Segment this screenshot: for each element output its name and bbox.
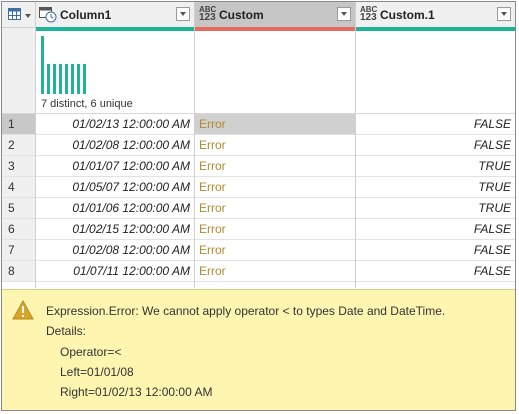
type-text-bottom: 123: [360, 12, 377, 23]
table-cell-date[interactable]: 01/02/15 12:00:00 AM: [36, 219, 194, 240]
error-cell[interactable]: Error: [195, 198, 355, 219]
column-profile-column1: 7 distinct, 6 unique: [36, 32, 194, 114]
table-cell-date[interactable]: 01/01/07 12:00:00 AM: [36, 156, 194, 177]
histogram-bar: [53, 64, 56, 94]
table-cell-boolean[interactable]: FALSE: [356, 240, 515, 261]
filter-dropdown-button-column1[interactable]: [176, 7, 190, 21]
column-title-column1: Column1: [60, 8, 112, 22]
error-detail-left: Left=01/01/08: [60, 365, 134, 379]
column-custom1: ABC 123 Custom.1 FALSE FALSE TRUE TRUE TRUE F…: [356, 2, 515, 288]
table-cell-date[interactable]: 01/02/08 12:00:00 AM: [36, 240, 194, 261]
row-number[interactable]: 7: [2, 240, 35, 261]
column-profile-custom1: [356, 32, 515, 114]
table-menu-header[interactable]: [2, 2, 35, 28]
custom-cells: Error Error Error Error Error Error Error Error: [195, 114, 355, 282]
table-cell-date[interactable]: 01/07/11 12:00:00 AM: [36, 261, 194, 282]
error-detail-operator: Operator=<: [60, 345, 122, 359]
query-preview: 12345678 Column1 7 distinct, 6 unique 01…: [1, 1, 516, 411]
error-cell[interactable]: Error: [195, 135, 355, 156]
error-details-label: Details:: [46, 324, 87, 338]
column-title-custom1: Custom.1: [380, 8, 435, 22]
histogram-bar: [41, 36, 44, 94]
column-header-custom[interactable]: ABC 123 Custom: [195, 2, 355, 31]
histogram-bar: [71, 64, 74, 94]
table-cell-boolean[interactable]: TRUE: [356, 198, 515, 219]
row-number[interactable]: 2: [2, 135, 35, 156]
abc-123-icon: ABC 123: [199, 6, 219, 24]
table-cell-date[interactable]: 01/02/13 12:00:00 AM: [36, 114, 194, 135]
error-cell[interactable]: Error: [195, 219, 355, 240]
row-number[interactable]: 1: [2, 114, 35, 135]
column-column1: Column1 7 distinct, 6 unique 01/02/13 12…: [36, 2, 194, 288]
row-number[interactable]: 3: [2, 156, 35, 177]
warning-icon: [12, 299, 34, 320]
row-number[interactable]: 4: [2, 177, 35, 198]
error-panel: Expression.Error: We cannot apply operat…: [2, 289, 515, 410]
quality-bar-custom1: [356, 27, 515, 31]
column-profile-custom: [195, 32, 355, 114]
column-title-custom: Custom: [219, 8, 264, 22]
row-number[interactable]: 6: [2, 219, 35, 240]
table-cell-boolean[interactable]: FALSE: [356, 135, 515, 156]
histogram-bar: [47, 64, 50, 94]
filter-dropdown-button-custom[interactable]: [337, 7, 351, 21]
chevron-down-icon: [25, 14, 31, 18]
error-cell[interactable]: Error: [195, 156, 355, 177]
histogram-bar: [65, 64, 68, 94]
table-cell-boolean[interactable]: TRUE: [356, 156, 515, 177]
table-cell-boolean[interactable]: FALSE: [356, 219, 515, 240]
error-cell[interactable]: Error: [195, 114, 355, 135]
row-index-list: 12345678: [2, 114, 35, 282]
column-custom: ABC 123 Custom Error Error Error Error Error…: [195, 2, 355, 288]
column-header-custom1[interactable]: ABC 123 Custom.1: [356, 2, 515, 31]
histogram-bar: [77, 64, 80, 94]
row-index-column: 12345678: [2, 2, 35, 288]
column1-cells: 01/02/13 12:00:00 AM 01/02/08 12:00:00 AM…: [36, 114, 194, 282]
table-cell-date[interactable]: 01/01/06 12:00:00 AM: [36, 198, 194, 219]
column-header-column1[interactable]: Column1: [36, 2, 194, 31]
error-detail-right: Right=01/02/13 12:00:00 AM: [60, 385, 213, 399]
histogram-bar: [59, 64, 62, 94]
row-number[interactable]: 5: [2, 198, 35, 219]
table-cell-date[interactable]: 01/02/08 12:00:00 AM: [36, 135, 194, 156]
table-cell-date[interactable]: 01/05/07 12:00:00 AM: [36, 177, 194, 198]
table-cell-boolean[interactable]: FALSE: [356, 261, 515, 282]
data-grid: 12345678 Column1 7 distinct, 6 unique 01…: [2, 2, 515, 288]
table-menu-icon[interactable]: [8, 8, 23, 21]
table-cell-boolean[interactable]: TRUE: [356, 177, 515, 198]
custom1-cells: FALSE FALSE TRUE TRUE TRUE FALSE FALSE FALSE: [356, 114, 515, 282]
filter-dropdown-button-custom1[interactable]: [497, 7, 511, 21]
index-profile-spacer: [2, 28, 35, 114]
histogram-bar: [83, 64, 86, 94]
quality-bar-column1: [36, 27, 194, 31]
abc-123-icon: ABC 123: [360, 6, 380, 24]
error-cell[interactable]: Error: [195, 177, 355, 198]
error-message: Expression.Error: We cannot apply operat…: [46, 304, 446, 318]
quality-bar-custom: [195, 27, 355, 31]
error-cell[interactable]: Error: [195, 240, 355, 261]
calendar-clock-icon: [39, 6, 57, 23]
distinct-count-label: 7 distinct, 6 unique: [41, 98, 133, 110]
row-number[interactable]: 8: [2, 261, 35, 282]
type-text-bottom: 123: [199, 12, 216, 23]
error-cell[interactable]: Error: [195, 261, 355, 282]
table-cell-boolean[interactable]: FALSE: [356, 114, 515, 135]
